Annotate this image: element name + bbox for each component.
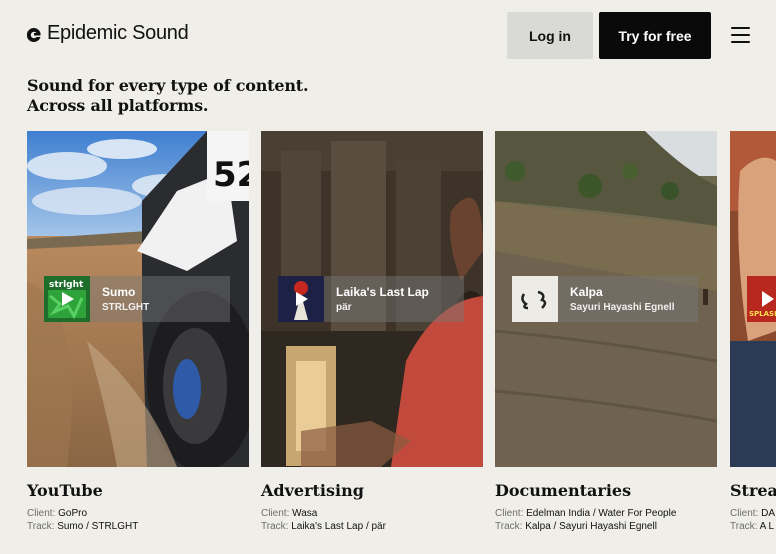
track-player[interactable]: Kalpa Sayuri Hayashi Egnell [512,276,698,322]
card-category-title: YouTube [27,481,103,500]
card-documentaries[interactable]: Kalpa Sayuri Hayashi Egnell Documentarie… [495,131,717,532]
card-image[interactable]: Laika's Last Lap pär [261,131,483,467]
track-player[interactable]: Laika's Last Lap pär [278,276,464,322]
track-title: Kalpa [570,285,603,299]
card-image[interactable]: Kalpa Sayuri Hayashi Egnell [495,131,717,467]
card-advertising[interactable]: Laika's Last Lap pär Advertising Client:… [261,131,483,532]
card-track: Track: Laika's Last Lap / pär [261,521,386,532]
album-art-text: strlght [49,280,84,290]
card-image[interactable]: SPLASH [730,131,776,467]
login-button[interactable]: Log in [507,12,593,59]
album-art-text: SPLASH [749,310,776,318]
logo-text: Epidemic Sound [47,22,189,44]
album-art [278,276,324,322]
card-track: Track: Kalpa / Sayuri Hayashi Egnell [495,521,657,532]
card-category-title: Strea [730,481,776,500]
hamburger-menu-icon[interactable] [731,27,750,43]
headline-line-2: Across all platforms. [27,96,209,115]
epidemic-sound-logo-icon [27,27,41,42]
headline-line-1: Sound for every type of content. [27,76,309,95]
album-art [512,276,558,322]
track-player[interactable]: strlght Sumo STRLGHT [44,276,230,322]
try-for-free-button[interactable]: Try for free [599,12,711,59]
svg-text:52: 52 [213,155,249,195]
content-type-carousel: 52 strlght Sumo STRLGHT YouTube Client: … [0,131,776,554]
card-category-title: Advertising [261,481,364,500]
track-artist: Sayuri Hayashi Egnell [570,302,675,313]
card-client: Client: Edelman India / Water For People [495,508,677,519]
page-headline: Sound for every type of content. Across … [27,76,309,116]
site-header: Epidemic Sound Log in Try for free [0,0,776,70]
card-track: Track: A L [730,521,775,532]
track-artist: STRLGHT [102,302,150,313]
card-client: Client: GoPro [27,508,88,519]
album-art: strlght [44,276,90,322]
card-image[interactable]: 52 strlght Sumo STRLGHT [27,131,249,467]
track-artist: pär [336,302,352,313]
track-title: Sumo [102,285,136,299]
card-streaming[interactable]: SPLASH Strea Client: DA Track: A L [730,131,776,554]
play-icon[interactable] [295,291,309,307]
play-icon[interactable] [61,291,75,307]
track-title: Laika's Last Lap [336,285,429,299]
card-client: Client: DA [730,508,776,519]
track-player[interactable]: SPLASH [747,276,776,322]
card-youtube[interactable]: 52 strlght Sumo STRLGHT YouTube Client: … [27,131,249,532]
card-category-title: Documentaries [495,481,632,500]
logo[interactable]: Epidemic Sound [27,22,189,45]
card-track: Track: Sumo / STRLGHT [27,521,139,532]
card-client: Client: Wasa [261,508,318,519]
